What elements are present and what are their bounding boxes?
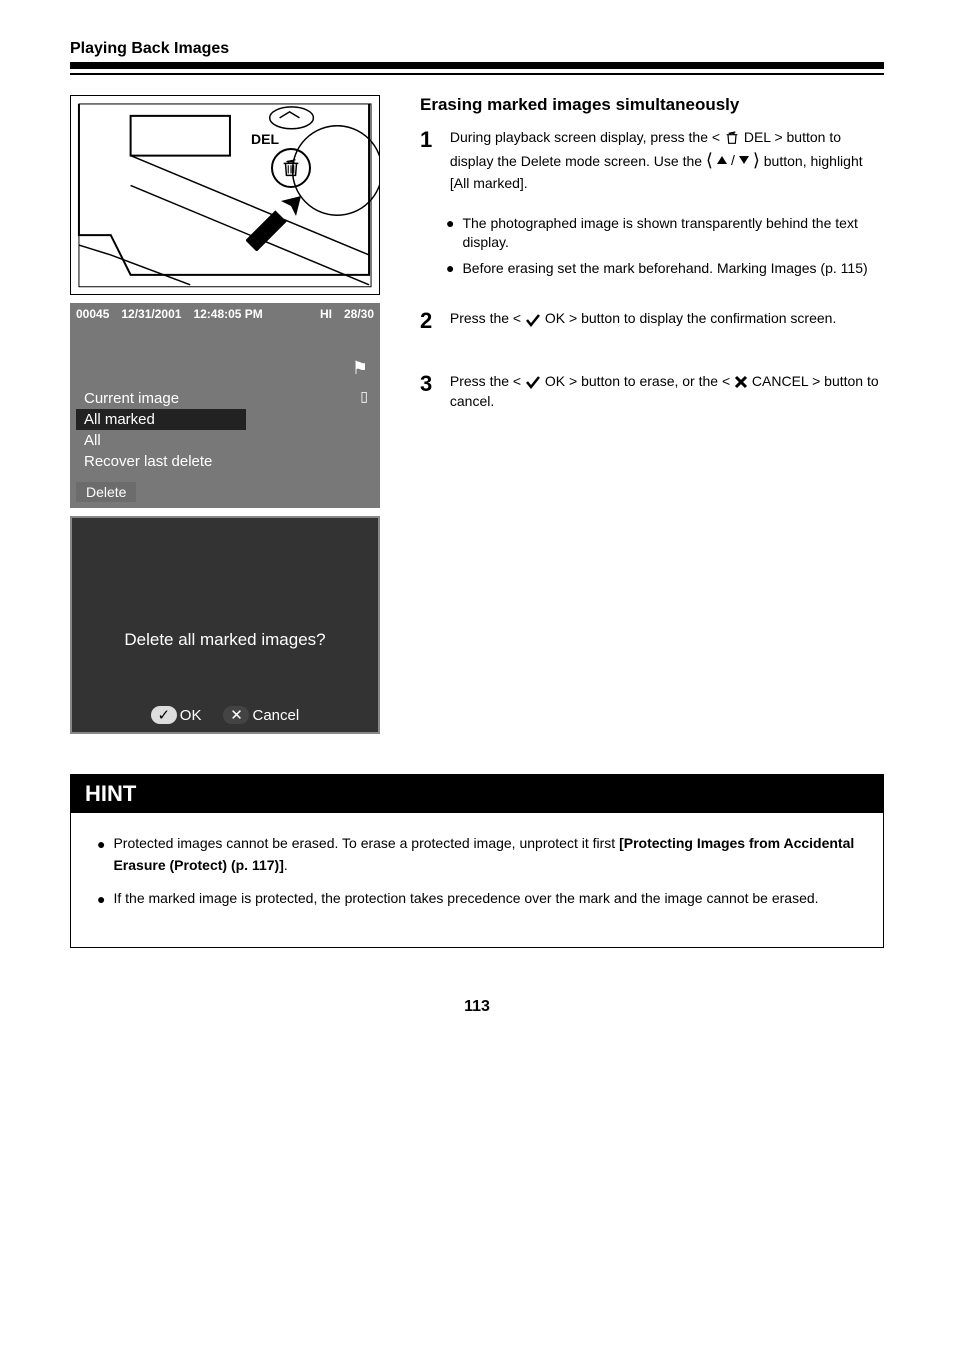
menu-item-all-marked: All marked [76, 409, 246, 430]
step-number: 1 [420, 127, 446, 153]
osd-header: 00045 12/31/2001 12:48:05 PM HI 28/30 [70, 303, 380, 325]
check-pill-icon: ✓ [151, 706, 177, 724]
frame-count: 28/30 [344, 307, 374, 321]
camera-illustration: DEL [70, 95, 380, 295]
check-icon [525, 313, 541, 327]
step-number: 3 [420, 371, 446, 397]
trash-icon [724, 130, 740, 146]
menu-item-recover: Recover last delete [76, 451, 246, 472]
step-number: 2 [420, 308, 446, 334]
marking-images-link: Marking Images (p. 115) [717, 260, 868, 276]
x-pill-icon: ✕ [223, 706, 249, 724]
section-title: Erasing marked images simultaneously [420, 95, 884, 115]
hint-bullet-2: ● If the marked image is protected, the … [97, 888, 873, 910]
delete-menu-screen: 00045 12/31/2001 12:48:05 PM HI 28/30 ⚑ … [70, 303, 380, 508]
pointer-arrow-icon [246, 191, 306, 251]
bullet-icon: ● [97, 888, 105, 910]
card-icon: ▯ [360, 388, 368, 405]
ok-word: OK [545, 310, 565, 326]
del-button-circle [271, 148, 311, 188]
header-rule-thin [70, 73, 884, 75]
delete-menu: Current image All marked All Recover las… [76, 388, 246, 472]
step-2: 2 Press the < OK > button to display the… [420, 308, 884, 342]
bullet-icon: ● [446, 214, 454, 253]
file-time: 12:48:05 PM [193, 307, 262, 321]
hint-title: HINT [71, 775, 883, 813]
trash-icon [280, 157, 302, 179]
del-word: DEL [744, 129, 771, 145]
file-number: 00045 [76, 307, 109, 321]
menu-item-current: Current image [76, 388, 246, 409]
flag-icon: ⚑ [352, 358, 368, 379]
page-number: 113 [70, 998, 884, 1016]
cancel-word: CANCEL [752, 373, 808, 389]
hint-box: HINT ● Protected images cannot be erased… [70, 774, 884, 948]
menu-title-delete: Delete [76, 482, 136, 502]
step1-note-2: ● Before erasing set the mark beforehand… [446, 259, 884, 279]
confirm-text: Delete all marked images? [124, 630, 325, 650]
ok-word: OK [545, 373, 565, 389]
header-rule-thick [70, 62, 884, 69]
confirm-screen: Delete all marked images? ✓OK ✕Cancel [70, 516, 380, 734]
hint-bullet-1: ● Protected images cannot be erased. To … [97, 833, 873, 876]
camera-line-art [71, 96, 379, 295]
bullet-icon: ● [446, 259, 454, 279]
up-down-buttons-icon: ⟨/⟩ [706, 147, 760, 173]
confirm-ok: ✓OK [151, 706, 202, 724]
chapter-label: Playing Back Images [70, 40, 884, 58]
step-3: 3 Press the < OK > button to erase, or t… [420, 371, 884, 426]
check-icon [525, 375, 541, 389]
step1-note-1: ● The photographed image is shown transp… [446, 214, 884, 253]
menu-item-all: All [76, 430, 246, 451]
confirm-cancel: ✕Cancel [223, 706, 299, 724]
x-icon [734, 375, 748, 389]
file-date: 12/31/2001 [121, 307, 181, 321]
confirm-buttons: ✓OK ✕Cancel [151, 706, 299, 724]
quality-label: HI [320, 307, 332, 321]
step-1: 1 During playback screen display, press … [420, 127, 884, 208]
del-label: DEL [251, 131, 279, 147]
bullet-icon: ● [97, 833, 105, 876]
